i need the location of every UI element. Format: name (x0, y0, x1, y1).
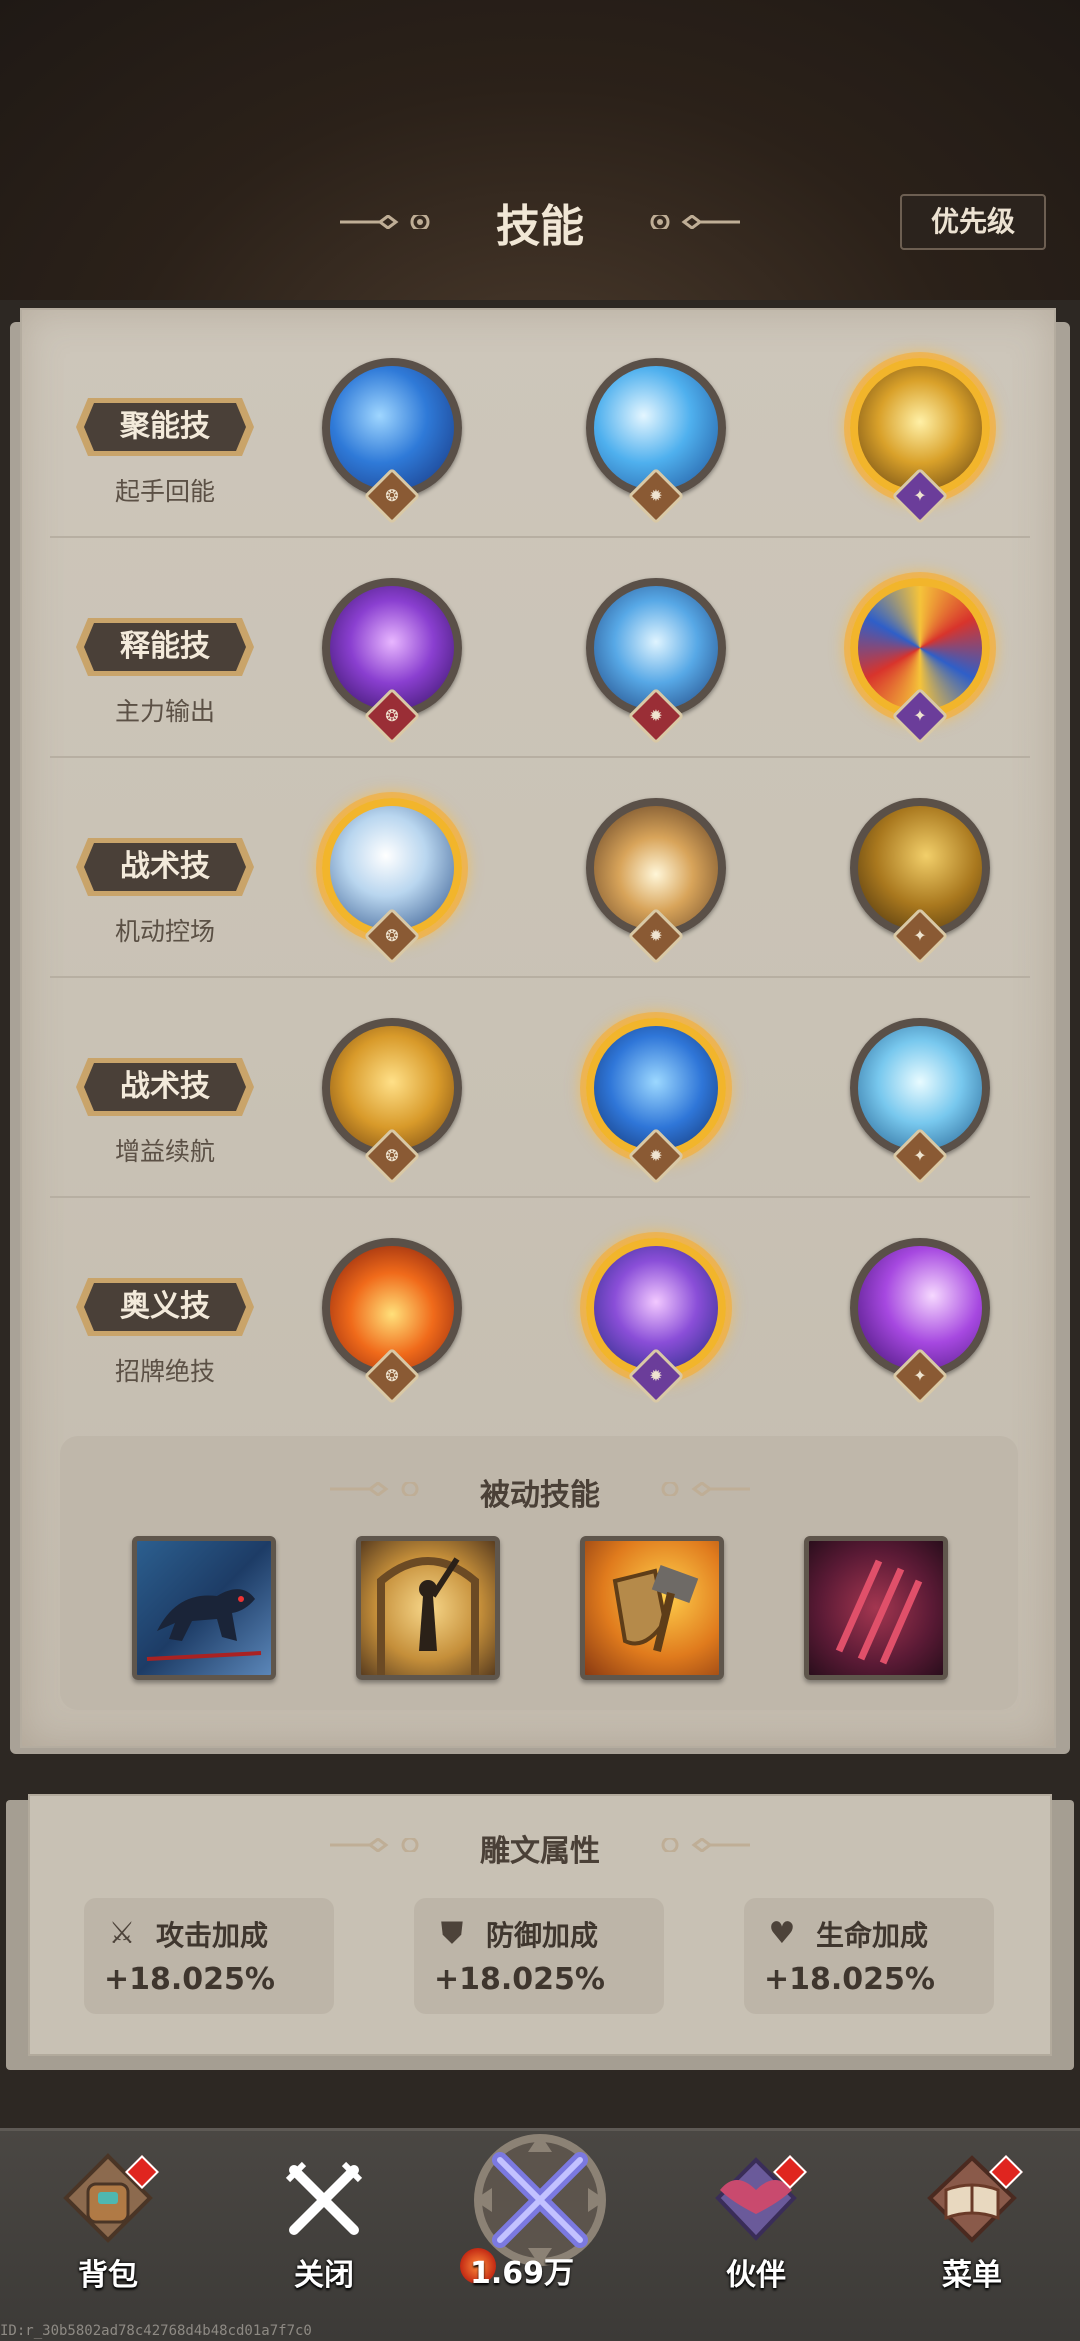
nav-label: 关闭 (294, 2258, 354, 2293)
skill-category-subtitle: 招牌绝技 (114, 1357, 215, 1386)
rune-glyph-icon: ❂ (385, 706, 399, 725)
passive-ornament-right (661, 1482, 750, 1496)
skill-category-label: 聚能技 (120, 409, 210, 444)
rune-glyph-icon: ✦ (913, 486, 927, 505)
row-divider (50, 1196, 1030, 1198)
stat-label: 生命加成 (816, 1919, 929, 1952)
rune-glyph-icon: ✦ (913, 926, 927, 945)
rune-glyph-icon: ✹ (649, 706, 663, 725)
rune-glyph-icon: ✹ (649, 926, 663, 945)
rune-glyph-icon: ✦ (913, 706, 927, 725)
attack-icon: ⚔ (108, 1916, 136, 1951)
row-divider (50, 536, 1030, 538)
nav-label: 伙伴 (726, 2258, 786, 2293)
nav-label: 菜单 (942, 2258, 1002, 2293)
skill-category-subtitle: 主力输出 (114, 697, 215, 726)
passive-skill-claw-slash-icon[interactable] (804, 1536, 948, 1680)
nav-menu-button[interactable]: 菜单 (902, 2150, 1042, 2300)
cave-background (0, 0, 1080, 330)
rune-title: 雕文属性 (480, 1834, 600, 1869)
passive-ornament-left (330, 1482, 419, 1496)
rune-glyph-icon: ✦ (913, 1146, 927, 1165)
stat-card-health: ♥ 生命加成 +18.025% (744, 1898, 994, 2014)
rune-ornament-left (330, 1838, 419, 1852)
stat-card-attack: ⚔ 攻击加成 +18.025% (84, 1898, 334, 2014)
passive-skill-sword-hero-icon[interactable] (356, 1536, 500, 1680)
stat-value: +18.025% (434, 1962, 605, 1997)
skill-category-tag: 奥义技 (74, 1274, 256, 1340)
skill-category-tag: 聚能技 (74, 394, 256, 460)
nav-close-button[interactable]: 关闭 (254, 2150, 394, 2300)
crossed-swords-icon (285, 2161, 363, 2235)
skill-category-tag: 释能技 (74, 614, 256, 680)
skill-category-label: 奥义技 (120, 1289, 210, 1324)
rune-glyph-icon: ✹ (649, 486, 663, 505)
rune-glyph-icon: ❂ (385, 926, 399, 945)
skill-category-tag: 战术技 (74, 834, 256, 900)
stat-card-defense: ⛊ 防御加成 +18.025% (414, 1898, 664, 2014)
rune-glyph-icon: ❂ (385, 1366, 399, 1385)
passive-skill-hammer-shield-icon[interactable] (580, 1536, 724, 1680)
skill-category-label: 战术技 (120, 1069, 210, 1104)
rune-ornament-right (661, 1838, 750, 1852)
nav-partner-button[interactable]: 伙伴 (686, 2150, 826, 2300)
skill-category-subtitle: 起手回能 (114, 477, 215, 506)
rune-glyph-icon: ❂ (385, 1146, 399, 1165)
stat-label: 攻击加成 (156, 1919, 269, 1952)
skill-category-label: 释能技 (120, 629, 210, 664)
combat-power-value: 1.69万 (470, 2256, 575, 2291)
rune-glyph-icon: ❂ (385, 486, 399, 505)
stat-value: +18.025% (764, 1962, 935, 1997)
row-divider (50, 976, 1030, 978)
skill-category-subtitle: 增益续航 (114, 1137, 215, 1166)
nav-label: 背包 (78, 2258, 138, 2293)
skill-category-tag: 战术技 (74, 1054, 256, 1120)
title-ornament-right (650, 215, 740, 229)
footer-id: ID:r_30b5802ad78c42768d4b48cd01a7f7c0 (0, 2323, 312, 2339)
stat-label: 防御加成 (486, 1919, 599, 1952)
rune-glyph-icon: ✦ (913, 1366, 927, 1385)
row-divider (50, 756, 1030, 758)
passive-title: 被动技能 (480, 1478, 600, 1513)
stat-value: +18.025% (104, 1962, 275, 1997)
skill-category-label: 战术技 (120, 849, 210, 884)
health-icon: ♥ (768, 1916, 796, 1951)
rune-glyph-icon: ✹ (649, 1146, 663, 1165)
passive-skill-wolf-charge-icon[interactable] (132, 1536, 276, 1680)
defense-icon: ⛊ (440, 1916, 464, 1951)
skill-category-subtitle: 机动控场 (114, 917, 215, 946)
priority-button[interactable]: 优先级 (900, 194, 1046, 250)
rune-glyph-icon: ✹ (649, 1366, 663, 1385)
nav-bag-button[interactable]: 背包 (38, 2150, 178, 2300)
